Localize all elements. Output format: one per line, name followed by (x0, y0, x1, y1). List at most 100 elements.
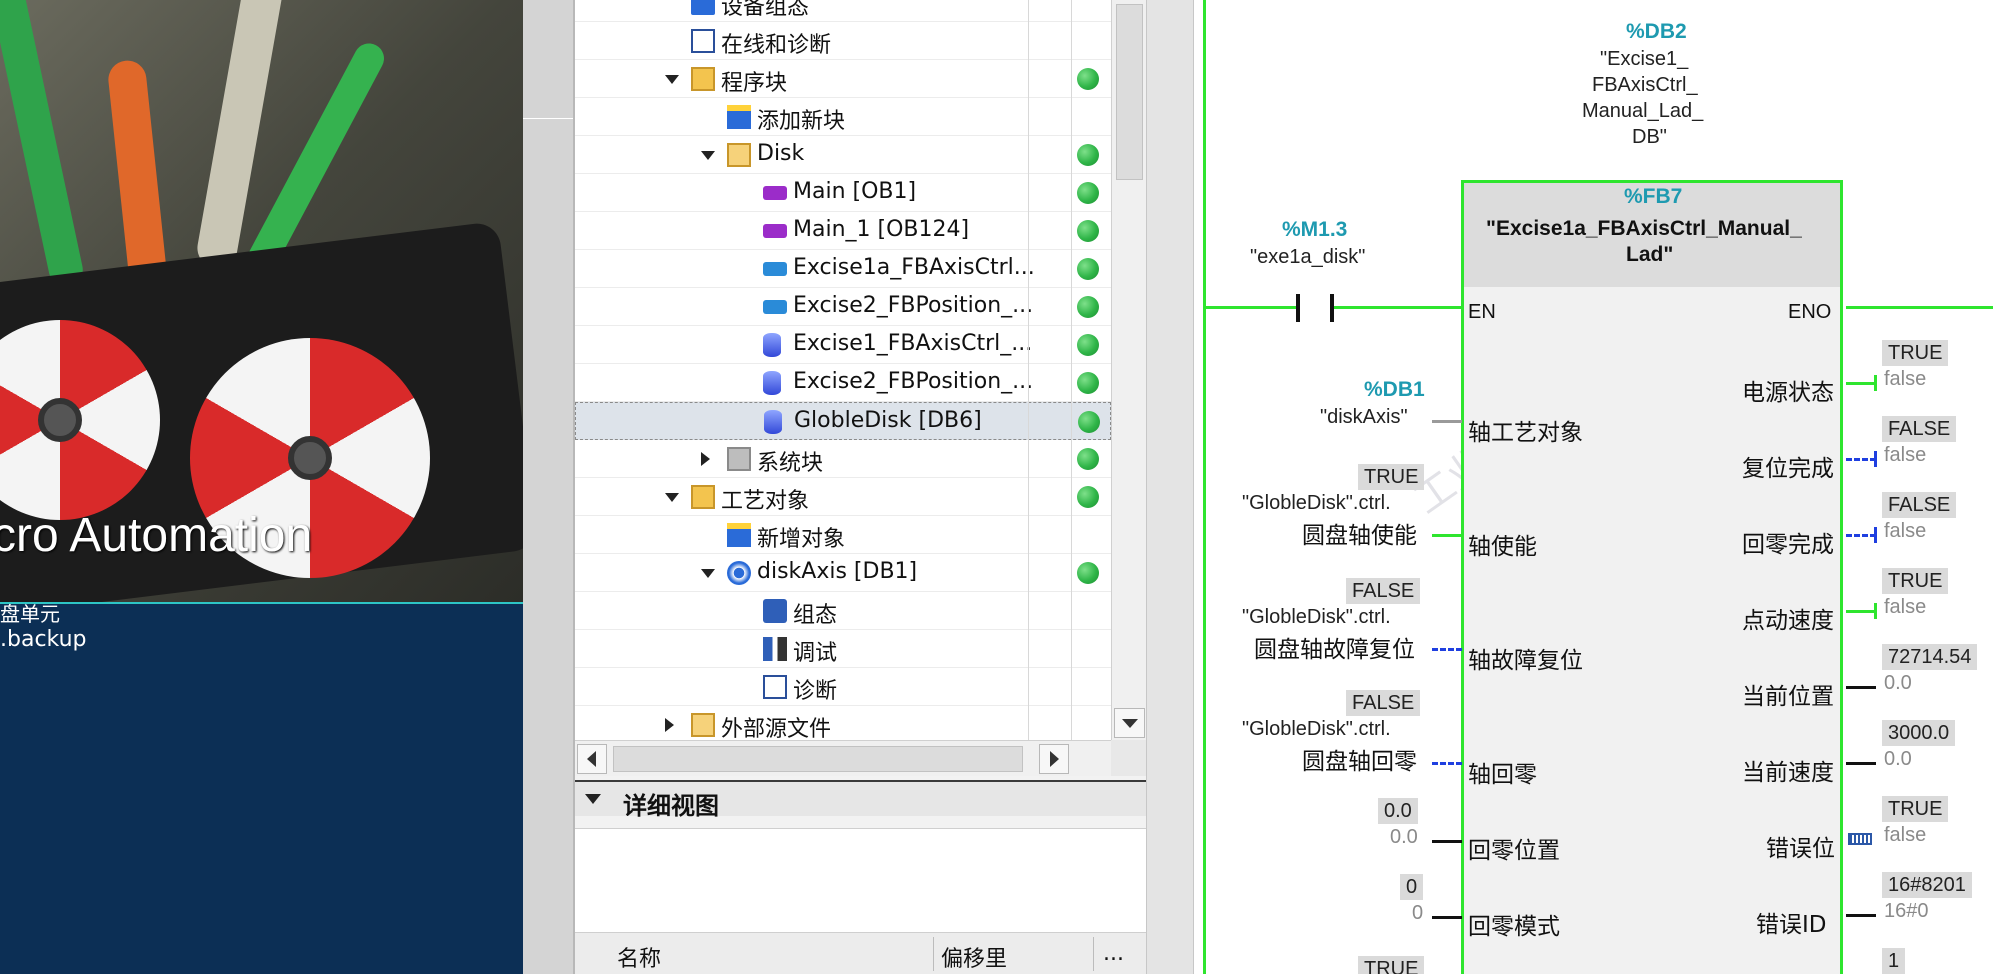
collapse-arrow-icon[interactable] (665, 718, 674, 732)
connection-line (1846, 762, 1876, 765)
input-tag[interactable]: 圆盘轴故障复位 (1254, 630, 1415, 664)
tree-item-label: 在线和诊断 (721, 33, 832, 58)
tree-item[interactable]: Excise2_FBPosition_... (575, 364, 1111, 402)
tree-item-label: 组态 (793, 603, 838, 628)
initial-value: 0.0 (1884, 672, 1912, 694)
overlay-text-line1: 盘单元 (0, 602, 60, 626)
panel-splitter[interactable] (1146, 0, 1194, 974)
tree-item[interactable]: 在线和诊断 (575, 22, 1111, 60)
overlay-text-line2: .backup (0, 627, 87, 652)
function-block-box[interactable]: %FB7 "Excise1a_FBAxisCtrl_Manual_ Lad" E… (1461, 180, 1843, 974)
initial-value: 16#0 (1884, 900, 1929, 922)
status-ok-icon (1077, 182, 1099, 204)
ladder-editor: 工业 技术论坛 %DB2 "Excise1_ FBAxisCtrl_ Manua… (1194, 0, 1993, 974)
tree-item[interactable]: 设备组态 (575, 0, 1111, 22)
system-blocks-folder-icon (727, 447, 751, 471)
ob-block-icon (763, 224, 787, 238)
status-ok-icon (1077, 486, 1099, 508)
output-pin-label: 当前速度 (1742, 760, 1834, 786)
tree-item[interactable]: Excise1_FBAxisCtrl_... (575, 326, 1111, 364)
tree-item[interactable]: 诊断 (575, 668, 1111, 706)
tree-item[interactable]: Main [OB1] (575, 174, 1111, 212)
input-tag[interactable]: "GlobleDisk".ctrl. (1242, 606, 1391, 629)
input-tag[interactable]: 圆盘轴回零 (1302, 742, 1417, 776)
tree-item-label: 外部源文件 (721, 717, 832, 740)
initial-value: false (1884, 368, 1927, 390)
tree-vertical-scrollbar[interactable] (1111, 0, 1146, 740)
input-tag[interactable]: 圆盘轴使能 (1302, 516, 1417, 550)
instance-db-name-line[interactable]: "Excise1_ (1600, 48, 1688, 71)
scroll-right-button[interactable] (1039, 744, 1069, 774)
scroll-thumb[interactable] (613, 746, 1023, 772)
db-block-icon (763, 371, 781, 395)
initial-value: false (1884, 596, 1927, 618)
fb-block-icon (763, 262, 787, 276)
output-pin-label: 回零完成 (1742, 532, 1834, 558)
tree-item[interactable]: 程序块 (575, 60, 1111, 98)
instance-db-name-line[interactable]: DB" (1632, 126, 1667, 149)
panel-splitter[interactable] (523, 0, 575, 974)
tree-item[interactable]: GlobleDisk [DB6] (575, 402, 1111, 440)
output-wire-end (1874, 375, 1877, 391)
scroll-thumb[interactable] (1116, 4, 1143, 180)
monitor-value: FALSE (1882, 416, 1957, 442)
input-tag[interactable]: "diskAxis" (1320, 406, 1408, 429)
tree-item[interactable]: 添加新块 (575, 98, 1111, 136)
column-offset[interactable]: 偏移里 (941, 941, 1007, 973)
chevron-down-icon (1121, 719, 1138, 728)
db-block-icon (764, 410, 782, 434)
tree-item-label: Disk (757, 141, 805, 166)
details-view-header[interactable]: 详细视图 (575, 780, 1146, 820)
tree-item[interactable]: 外部源文件 (575, 706, 1111, 740)
fb-address: %FB7 (1624, 185, 1683, 208)
tree-item[interactable]: Excise1a_FBAxisCtrl... (575, 250, 1111, 288)
expand-arrow-icon[interactable] (665, 493, 679, 502)
column-name[interactable]: 名称 (617, 941, 661, 973)
expand-arrow-icon[interactable] (701, 151, 715, 160)
details-column-header: 名称 偏移里 ... (575, 932, 1146, 974)
technology-objects-folder-icon (691, 485, 715, 509)
connection-line (1432, 916, 1462, 919)
monitor-value: TRUE (1358, 956, 1425, 974)
error-bit-line (1848, 833, 1872, 845)
monitor-value: 3000.0 (1882, 720, 1956, 746)
tree-item[interactable]: Main_1 [OB124] (575, 212, 1111, 250)
tree-item-label: 程序块 (721, 71, 788, 96)
tree-item[interactable]: Excise2_FBPosition_... (575, 288, 1111, 326)
power-flow-line (1846, 610, 1876, 613)
input-tag[interactable]: "GlobleDisk".ctrl. (1242, 718, 1391, 741)
tree-item[interactable]: 组态 (575, 592, 1111, 630)
expand-arrow-icon[interactable] (665, 75, 679, 84)
tree-item[interactable]: Disk (575, 136, 1111, 174)
column-more[interactable]: ... (1103, 941, 1124, 966)
scroll-down-button[interactable] (1114, 708, 1145, 738)
details-view-panel: 详细视图 名称 偏移里 ... (575, 776, 1146, 974)
status-ok-icon (1077, 334, 1099, 356)
connection-line (1432, 420, 1462, 423)
tree-item-label: Excise1_FBAxisCtrl_... (793, 331, 1033, 356)
contact-left-bar[interactable] (1296, 294, 1300, 322)
tree-item[interactable]: 调试 (575, 630, 1111, 668)
add-new-block-icon (727, 105, 751, 129)
collapse-arrow-icon[interactable] (701, 452, 710, 466)
status-ok-icon (1077, 144, 1099, 166)
chevron-down-icon[interactable] (585, 794, 601, 804)
tree-item[interactable]: 系统块 (575, 440, 1111, 478)
monitor-value: TRUE (1358, 464, 1425, 490)
output-wire-end (1874, 451, 1877, 467)
tree-item[interactable]: 工艺对象 (575, 478, 1111, 516)
expand-arrow-icon[interactable] (701, 569, 715, 578)
power-flow-line (1846, 382, 1876, 385)
device-config-icon (691, 0, 715, 15)
instance-db-name-line[interactable]: Manual_Lad_ (1582, 100, 1703, 123)
initial-value: 0 (1412, 902, 1424, 924)
tree-item-label: 系统块 (757, 451, 824, 476)
tree-item[interactable]: 新增对象 (575, 516, 1111, 554)
contact-tag[interactable]: "exe1a_disk" (1250, 246, 1365, 269)
instance-db-name-line[interactable]: FBAxisCtrl_ (1592, 74, 1698, 97)
input-tag[interactable]: "GlobleDisk".ctrl. (1242, 492, 1391, 515)
monitor-value: TRUE (1882, 796, 1949, 822)
scroll-left-button[interactable] (577, 744, 607, 774)
tree-item[interactable]: diskAxis [DB1] (575, 554, 1111, 592)
tree-horizontal-scrollbar[interactable] (575, 740, 1111, 776)
